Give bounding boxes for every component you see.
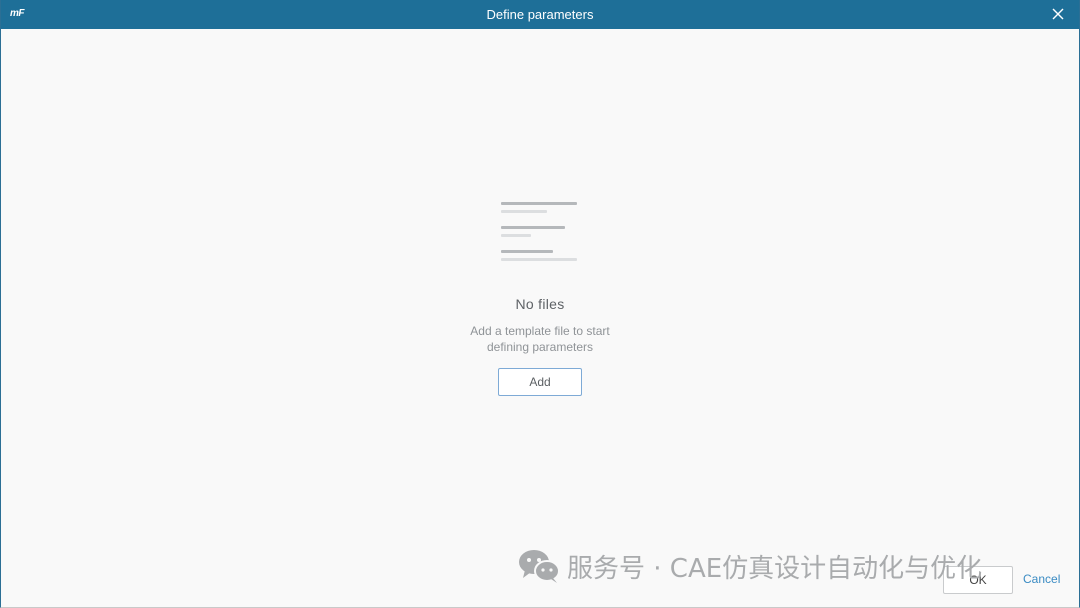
close-button[interactable] — [1051, 7, 1065, 21]
watermark: 服务号 · CAE仿真设计自动化与优化 — [517, 548, 982, 584]
define-parameters-dialog: mF Define parameters No files Add a temp… — [0, 0, 1080, 608]
watermark-text: 服务号 · CAE仿真设计自动化与优化 — [567, 553, 983, 584]
title-bar: mF Define parameters — [1, 0, 1079, 29]
close-icon — [1052, 8, 1064, 20]
empty-state-description: Add a template file to start defining pa… — [1, 323, 1079, 355]
window-title: Define parameters — [486, 7, 594, 22]
document-lines-icon — [501, 200, 579, 262]
empty-state-title: No files — [515, 296, 565, 312]
empty-state-description-line2: defining parameters — [486, 340, 594, 354]
empty-state-description-line1: Add a template file to start — [470, 324, 610, 338]
add-file-button[interactable]: Add — [498, 368, 582, 396]
wechat-icon — [519, 550, 560, 583]
empty-state: No files Add a template file to start de… — [1, 200, 1079, 396]
cancel-button[interactable]: Cancel — [1023, 572, 1060, 586]
